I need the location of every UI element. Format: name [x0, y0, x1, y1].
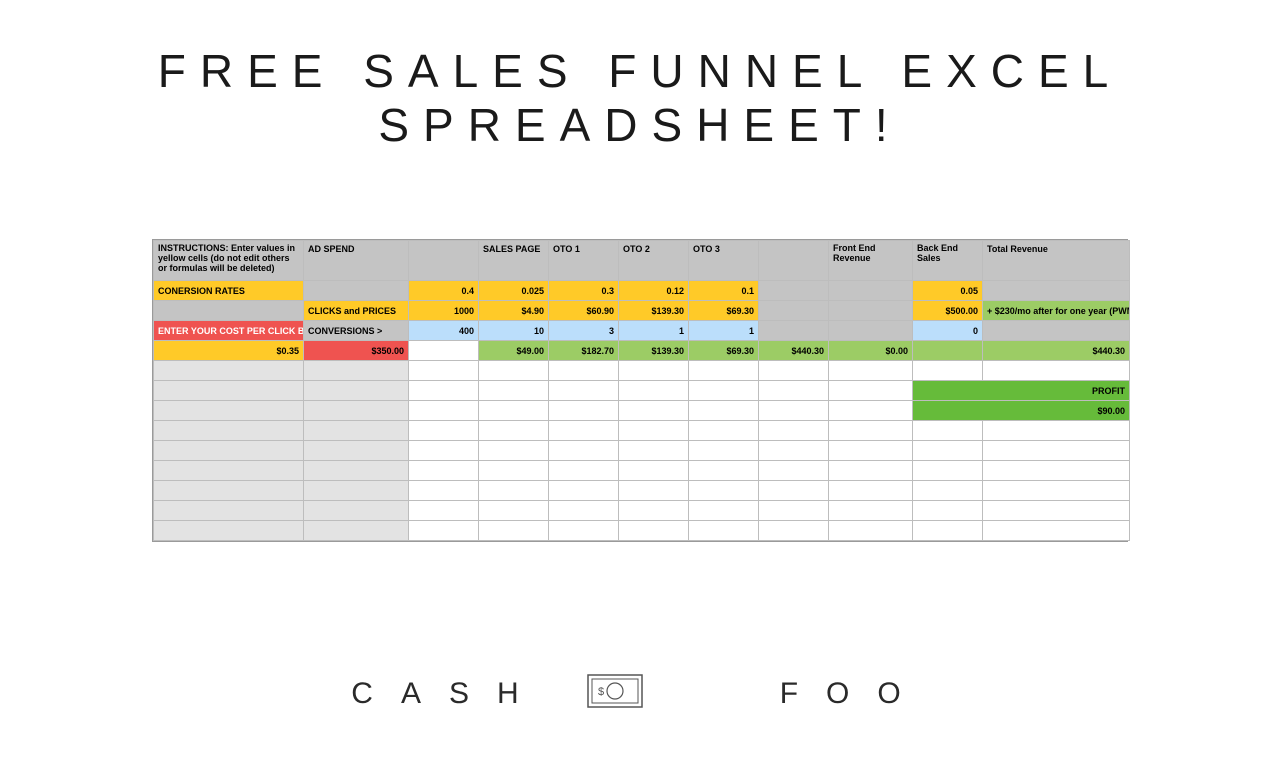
- clicks-prices-row: CLICKS and PRICES 1000 $4.90 $60.90 $139…: [154, 301, 1130, 321]
- blank-header: [409, 241, 479, 281]
- footer-left: CASH: [351, 677, 546, 710]
- profit-value-row: $90.00: [154, 401, 1130, 421]
- pwmb-note: + $230/mo after for one year (PWMB): [983, 301, 1130, 321]
- conversion-rates-label: CONERSION RATES: [154, 281, 304, 301]
- conv-rate-cell[interactable]: 0.05: [913, 281, 983, 301]
- empty-row: [154, 521, 1130, 541]
- conversions-cell: 1: [619, 321, 689, 341]
- empty-row: [154, 421, 1130, 441]
- rev-cell: $440.30: [759, 341, 829, 361]
- oto3-header: OTO 3: [689, 241, 759, 281]
- profit-label-row: PROFIT: [154, 381, 1130, 401]
- backend-header: Back End Sales: [913, 241, 983, 281]
- empty-row: [154, 461, 1130, 481]
- header-row: INSTRUCTIONS: Enter values in yellow cel…: [154, 241, 1130, 281]
- cpc-instruction: ENTER YOUR COST PER CLICK BELOW: [154, 321, 304, 341]
- money-icon: $: [587, 674, 643, 716]
- profit-value: $90.00: [913, 401, 1130, 421]
- footer-right: FOO: [780, 677, 929, 710]
- empty-row: [154, 481, 1130, 501]
- conversions-cell: 400: [409, 321, 479, 341]
- oto1-header: OTO 1: [549, 241, 619, 281]
- profit-label: PROFIT: [913, 381, 1130, 401]
- conv-rate-cell[interactable]: 0.4: [409, 281, 479, 301]
- svg-text:$: $: [598, 686, 632, 698]
- conversions-label: CONVERSIONS >: [304, 321, 409, 341]
- page-title: FREE SALES FUNNEL EXCEL SPREADSHEET!: [0, 44, 1280, 152]
- ad-spend-value: $350.00: [304, 341, 409, 361]
- rev-cell: $139.30: [619, 341, 689, 361]
- empty-row: [154, 361, 1130, 381]
- conversion-rates-row: CONERSION RATES 0.4 0.025 0.3 0.12 0.1 0…: [154, 281, 1130, 301]
- ad-spend-header: AD SPEND: [304, 241, 409, 281]
- conversions-row: ENTER YOUR COST PER CLICK BELOW CONVERSI…: [154, 321, 1130, 341]
- rev-cell: $0.00: [829, 341, 913, 361]
- rev-cell: $182.70: [549, 341, 619, 361]
- oto2-header: OTO 2: [619, 241, 689, 281]
- total-rev-cell: $440.30: [983, 341, 1130, 361]
- conv-rate-cell[interactable]: 0.12: [619, 281, 689, 301]
- price-cell[interactable]: $4.90: [479, 301, 549, 321]
- instructions-cell: INSTRUCTIONS: Enter values in yellow cel…: [154, 241, 304, 281]
- clicks-prices-label: CLICKS and PRICES: [304, 301, 409, 321]
- blank-header-2: [759, 241, 829, 281]
- price-cell[interactable]: $500.00: [913, 301, 983, 321]
- footer-brand: CASH $ FOO: [0, 674, 1280, 716]
- empty-row: [154, 501, 1130, 521]
- sales-page-header: SALES PAGE: [479, 241, 549, 281]
- cpc-input[interactable]: $0.35: [154, 341, 304, 361]
- rev-cell: $49.00: [479, 341, 549, 361]
- rev-cell: $69.30: [689, 341, 759, 361]
- price-cell[interactable]: $139.30: [619, 301, 689, 321]
- clicks-cell[interactable]: 1000: [409, 301, 479, 321]
- conv-rate-cell[interactable]: 0.025: [479, 281, 549, 301]
- conv-rate-cell[interactable]: 0.3: [549, 281, 619, 301]
- price-cell[interactable]: $60.90: [549, 301, 619, 321]
- conversions-cell: 10: [479, 321, 549, 341]
- empty-row: [154, 441, 1130, 461]
- conv-rate-cell[interactable]: 0.1: [689, 281, 759, 301]
- frontend-header: Front End Revenue: [829, 241, 913, 281]
- conversions-cell: 0: [913, 321, 983, 341]
- sheet-table: INSTRUCTIONS: Enter values in yellow cel…: [153, 240, 1130, 541]
- totalrev-header: Total Revenue: [983, 241, 1130, 281]
- conversions-cell: 3: [549, 321, 619, 341]
- conversions-cell: 1: [689, 321, 759, 341]
- spreadsheet: INSTRUCTIONS: Enter values in yellow cel…: [152, 239, 1128, 542]
- cost-row: $0.35 $350.00 $49.00 $182.70 $139.30 $69…: [154, 341, 1130, 361]
- price-cell[interactable]: $69.30: [689, 301, 759, 321]
